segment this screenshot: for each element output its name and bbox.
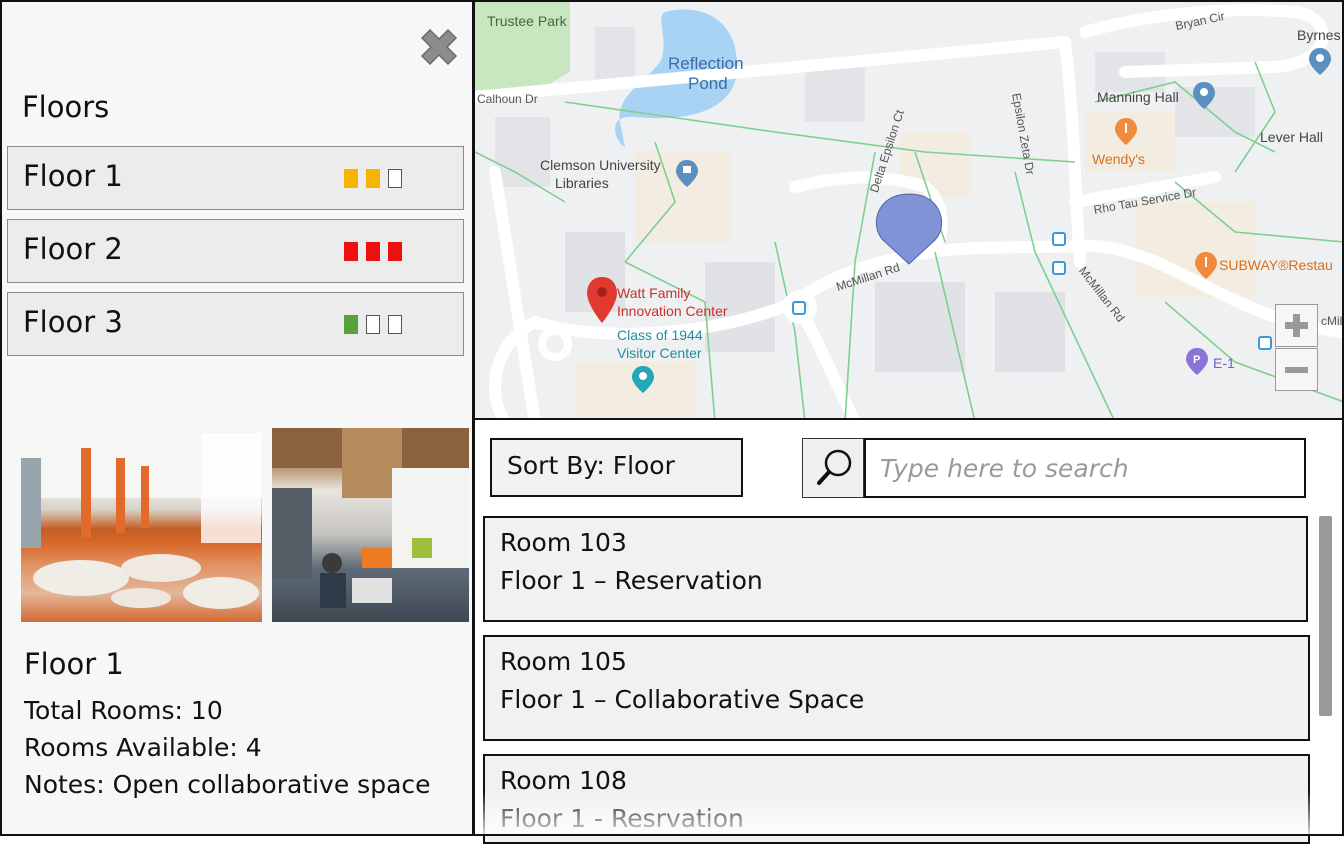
room-name: Room 103 xyxy=(500,528,627,557)
occupancy-indicator xyxy=(344,242,402,261)
map-label-lever-hall: Lever Hall xyxy=(1260,129,1324,145)
sort-by-dropdown[interactable]: Sort By: Floor xyxy=(490,438,743,497)
floor-row-1[interactable]: Floor 1 xyxy=(7,146,464,210)
floor-photo-lobby[interactable] xyxy=(21,428,262,622)
map-label-byrnes: Byrnes xyxy=(1297,27,1341,43)
floor-row-3[interactable]: Floor 3 xyxy=(7,292,464,356)
occupancy-box-filled xyxy=(344,242,358,261)
map-label-libraries-2: Libraries xyxy=(555,175,609,191)
search-input[interactable] xyxy=(864,438,1306,498)
detail-notes: Notes: Open collaborative space xyxy=(24,770,431,799)
map-label-watt-2: Innovation Center xyxy=(617,303,728,319)
map-label-watt-1: Watt Family xyxy=(617,285,691,301)
occupancy-box-filled xyxy=(344,169,358,188)
search-icon xyxy=(817,449,852,485)
map-label-e1: E-1 xyxy=(1213,355,1235,371)
floor-photo-atrium[interactable] xyxy=(272,428,469,622)
occupancy-indicator xyxy=(344,169,402,188)
minus-icon xyxy=(1285,367,1308,373)
zoom-in-button[interactable] xyxy=(1275,304,1318,347)
floor-label: Floor 3 xyxy=(23,305,123,339)
detail-title: Floor 1 xyxy=(24,647,124,681)
map-label-pond: Pond xyxy=(688,74,728,93)
map-label-subway: SUBWAY®Restau xyxy=(1219,257,1333,273)
room-description: Floor 1 - Resrvation xyxy=(500,804,744,833)
room-name: Room 108 xyxy=(500,766,627,795)
floor-row-2[interactable]: Floor 2 xyxy=(7,219,464,283)
map-label-libraries-1: Clemson University xyxy=(540,157,661,173)
close-button[interactable] xyxy=(416,24,462,70)
floor-label: Floor 1 xyxy=(23,159,123,193)
room-card-105[interactable]: Room 105 Floor 1 – Collaborative Space xyxy=(483,635,1310,741)
plus-icon xyxy=(1285,314,1308,337)
close-icon xyxy=(420,28,458,66)
room-card-103[interactable]: Room 103 Floor 1 – Reservation xyxy=(483,516,1308,622)
map-label-visitor-1: Class of 1944 xyxy=(617,327,703,343)
room-description: Floor 1 – Reservation xyxy=(500,566,763,595)
occupancy-box-filled xyxy=(366,242,380,261)
occupancy-box-filled xyxy=(388,242,402,261)
detail-rooms-available: Rooms Available: 4 xyxy=(24,733,262,762)
detail-total-rooms: Total Rooms: 10 xyxy=(24,696,223,725)
floors-heading: Floors xyxy=(22,90,110,124)
occupancy-indicator xyxy=(344,315,402,334)
campus-map[interactable]: P Trustee Park Reflection Pond Calhoun D… xyxy=(475,0,1344,420)
floors-panel: Floors Floor 1 Floor 2 Floor 3 Floor 1 T… xyxy=(0,0,475,836)
map-label-calhoun: Calhoun Dr xyxy=(477,92,538,106)
occupancy-box-empty xyxy=(388,315,402,334)
room-name: Room 105 xyxy=(500,647,627,676)
map-label-manning-hall: Manning Hall xyxy=(1097,89,1179,105)
occupancy-box-filled xyxy=(344,315,358,334)
panel-border xyxy=(475,834,1344,836)
zoom-out-button[interactable] xyxy=(1275,348,1318,391)
occupancy-box-empty xyxy=(388,169,402,188)
occupancy-box-empty xyxy=(366,315,380,334)
occupancy-box-filled xyxy=(366,169,380,188)
room-list-scrollbar[interactable] xyxy=(1319,516,1332,716)
map-label-mcmillan-edge: cMil xyxy=(1321,314,1343,328)
map-label-wendys: Wendy's xyxy=(1092,151,1145,167)
map-label-trustee-park: Trustee Park xyxy=(487,13,567,29)
floor-label: Floor 2 xyxy=(23,232,123,266)
room-card-108[interactable]: Room 108 Floor 1 - Resrvation xyxy=(483,754,1310,844)
room-description: Floor 1 – Collaborative Space xyxy=(500,685,865,714)
map-label-reflection: Reflection xyxy=(668,54,744,73)
svg-text:P: P xyxy=(1193,354,1200,366)
map-label-visitor-2: Visitor Center xyxy=(617,345,702,361)
search-button[interactable] xyxy=(802,438,864,498)
